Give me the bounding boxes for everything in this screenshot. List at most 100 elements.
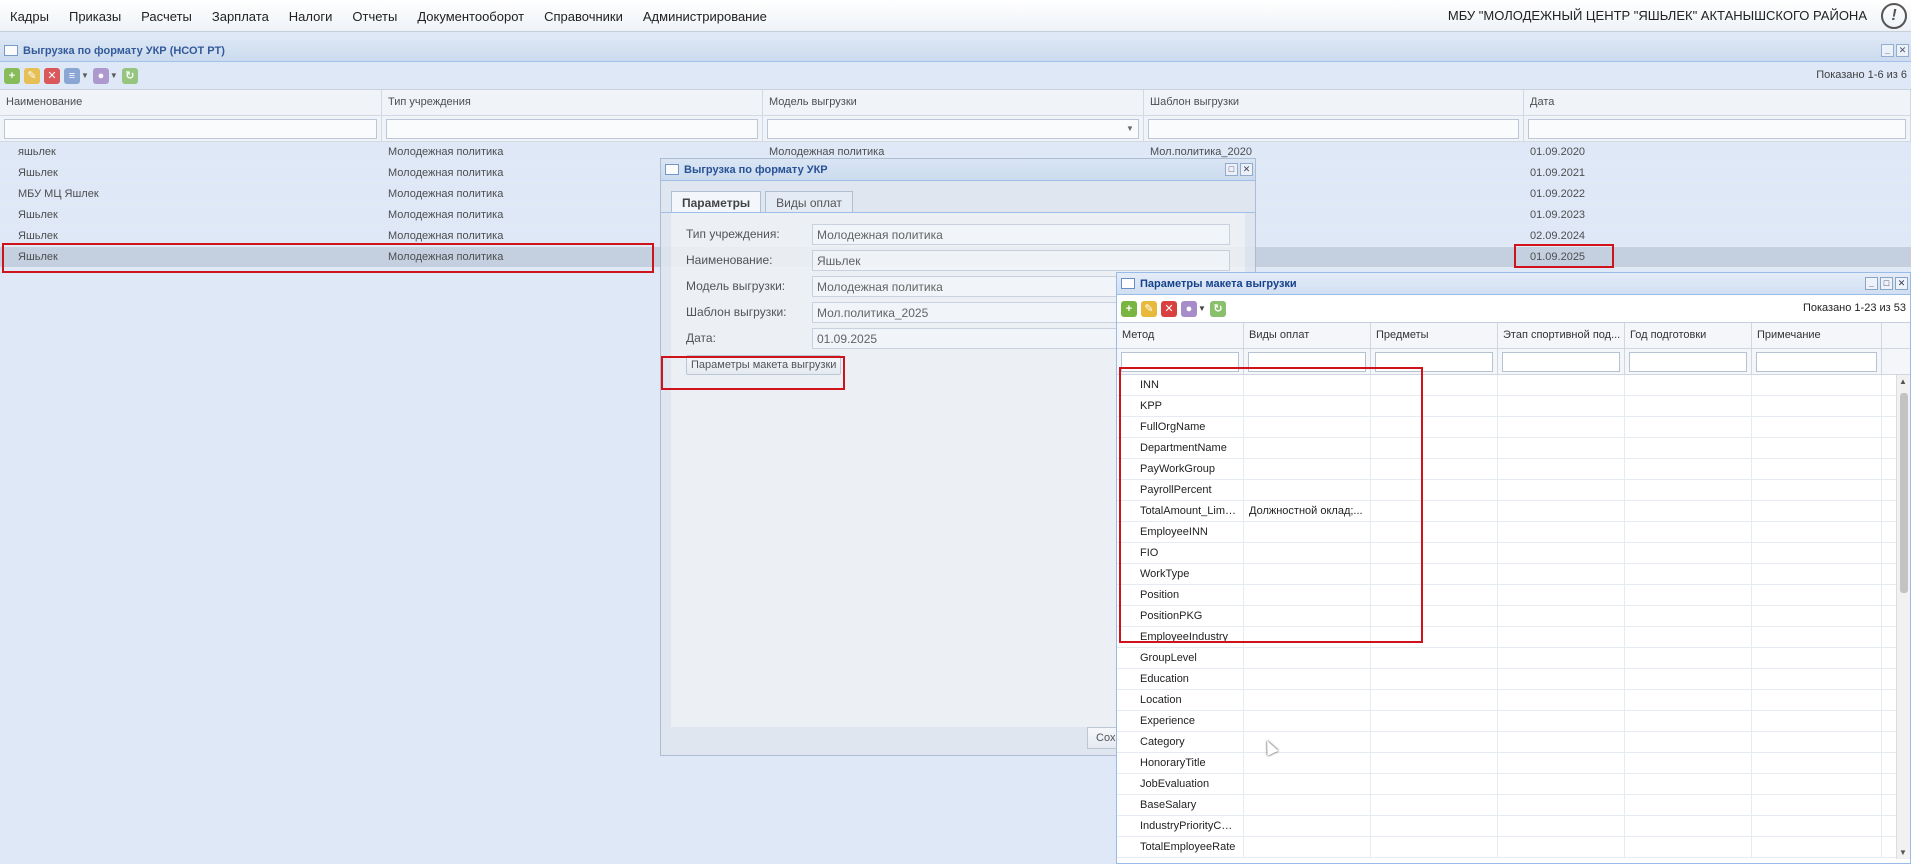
scroll-up-icon[interactable]: ▲ — [1899, 377, 1907, 386]
cell-method: Category — [1117, 732, 1244, 752]
main-grid-header: Наименование Тип учреждения Модель выгру… — [0, 90, 1911, 116]
minimize-icon[interactable]: _ — [1865, 277, 1878, 290]
table-row[interactable]: GroupLevel — [1117, 648, 1910, 669]
chevron-down-icon[interactable]: ▼ — [81, 71, 89, 80]
menu-item-zarplata[interactable]: Зарплата — [202, 9, 279, 24]
column-header[interactable]: Метод — [1117, 323, 1244, 348]
filter-name-input[interactable] — [4, 119, 377, 139]
cell-stage — [1498, 522, 1625, 542]
tab-pay-types[interactable]: Виды оплат — [765, 191, 853, 212]
column-header[interactable]: Шаблон выгрузки — [1144, 90, 1524, 115]
maximize-icon[interactable]: □ — [1880, 277, 1893, 290]
maximize-icon[interactable]: □ — [1225, 163, 1238, 176]
name-field[interactable]: Яшьлек — [812, 249, 1230, 271]
cell-year — [1625, 543, 1752, 563]
column-header[interactable]: Предметы — [1371, 323, 1498, 348]
dialog-tabs: Параметры Виды оплат — [661, 181, 1255, 213]
filter-template-input[interactable] — [1148, 119, 1519, 139]
cell-year — [1625, 816, 1752, 836]
filter-year-input[interactable] — [1629, 352, 1747, 372]
dialog-icon — [665, 164, 679, 175]
table-row[interactable]: HonoraryTitle — [1117, 753, 1910, 774]
table-row[interactable]: TotalEmployeeRate — [1117, 837, 1910, 858]
export-dialog-titlebar: Выгрузка по формату УКР □ ✕ — [661, 159, 1255, 181]
tab-parameters[interactable]: Параметры — [671, 191, 762, 212]
filter-stage-input[interactable] — [1502, 352, 1620, 372]
cell-year — [1625, 732, 1752, 752]
cell-stage — [1498, 837, 1625, 857]
cell-year — [1625, 648, 1752, 668]
table-row[interactable]: Experience — [1117, 711, 1910, 732]
cell-method: TotalEmployeeRate — [1117, 837, 1244, 857]
table-row[interactable]: Category — [1117, 732, 1910, 753]
column-header[interactable]: Год подготовки — [1625, 323, 1752, 348]
institution-type-field[interactable]: Молодежная политика — [812, 223, 1230, 245]
column-header[interactable]: Наименование — [0, 90, 382, 115]
main-toolbar: + ✎ ✕ ≡ ▼ ● ▼ ↻ Показано 1-6 из 6 — [0, 62, 1911, 90]
cell-stage — [1498, 438, 1625, 458]
chevron-down-icon[interactable]: ▼ — [110, 71, 118, 80]
cell-year — [1625, 795, 1752, 815]
column-header[interactable]: Тип учреждения — [382, 90, 763, 115]
menu-item-nalogi[interactable]: Налоги — [279, 9, 343, 24]
add-icon[interactable]: + — [4, 67, 20, 84]
cell-stage — [1498, 774, 1625, 794]
cell-subjects — [1371, 816, 1498, 836]
close-icon[interactable]: ✕ — [1896, 44, 1909, 57]
delete-icon[interactable]: ✕ — [44, 67, 60, 84]
cell-method: Education — [1117, 669, 1244, 689]
menu-item-otchety[interactable]: Отчеты — [342, 9, 407, 24]
add-icon[interactable]: + — [1121, 300, 1137, 317]
cell-note — [1752, 732, 1882, 752]
close-icon[interactable]: ✕ — [1240, 163, 1253, 176]
actions-icon[interactable]: ● — [1181, 300, 1197, 317]
column-header[interactable]: Этап спортивной под... — [1498, 323, 1625, 348]
table-row[interactable]: JobEvaluation — [1117, 774, 1910, 795]
cell-stage — [1498, 417, 1625, 437]
chevron-down-icon[interactable]: ▼ — [1123, 121, 1137, 137]
menu-item-raschety[interactable]: Расчеты — [131, 9, 202, 24]
menu-item-spravochniki[interactable]: Справочники — [534, 9, 633, 24]
field-label: Модель выгрузки: — [686, 279, 786, 293]
scroll-down-icon[interactable]: ▼ — [1899, 848, 1907, 857]
filter-type-input[interactable] — [386, 119, 758, 139]
window-icon — [4, 45, 18, 56]
delete-icon[interactable]: ✕ — [1161, 300, 1177, 317]
edit-icon[interactable]: ✎ — [24, 67, 40, 84]
filter-model-select[interactable] — [767, 119, 1139, 139]
table-row[interactable]: IndustryPriorityCoef... — [1117, 816, 1910, 837]
highlight-method-rows — [1119, 367, 1423, 643]
cell-stage — [1498, 543, 1625, 563]
actions-icon[interactable]: ● — [92, 67, 109, 84]
minimize-icon[interactable]: _ — [1881, 44, 1894, 57]
column-header[interactable]: Виды оплат — [1244, 323, 1371, 348]
refresh-icon[interactable]: ↻ — [121, 67, 138, 84]
column-header[interactable]: Примечание — [1752, 323, 1882, 348]
cell-stage — [1498, 396, 1625, 416]
table-row[interactable]: BaseSalary — [1117, 795, 1910, 816]
edit-icon[interactable]: ✎ — [1141, 300, 1157, 317]
menu-item-administrirovanie[interactable]: Администрирование — [633, 9, 777, 24]
scrollbar-thumb[interactable] — [1900, 393, 1908, 593]
cell-stage — [1498, 627, 1625, 647]
menu-item-kadry[interactable]: Кадры — [0, 9, 59, 24]
cell-method: JobEvaluation — [1117, 774, 1244, 794]
menu-item-dokumentooborot[interactable]: Документооборот — [407, 9, 534, 24]
table-row[interactable]: Location — [1117, 690, 1910, 711]
vertical-scrollbar[interactable]: ▲ ▼ — [1896, 375, 1910, 859]
refresh-icon[interactable]: ↻ — [1209, 300, 1226, 317]
close-icon[interactable]: ✕ — [1895, 277, 1908, 290]
cell-year — [1625, 459, 1752, 479]
cell-subjects — [1371, 690, 1498, 710]
filter-date-input[interactable] — [1528, 119, 1906, 139]
table-row[interactable]: Education — [1117, 669, 1910, 690]
filter-note-input[interactable] — [1756, 352, 1877, 372]
column-header[interactable]: Дата — [1524, 90, 1911, 115]
chevron-down-icon[interactable]: ▼ — [1198, 304, 1206, 313]
print-icon[interactable]: ≡ — [64, 67, 80, 84]
cell-method: GroupLevel — [1117, 648, 1244, 668]
help-icon[interactable]: ! — [1881, 3, 1907, 29]
column-header[interactable]: Модель выгрузки — [763, 90, 1144, 115]
menu-item-prikazy[interactable]: Приказы — [59, 9, 131, 24]
params-window-title: Параметры макета выгрузки — [1140, 277, 1297, 290]
